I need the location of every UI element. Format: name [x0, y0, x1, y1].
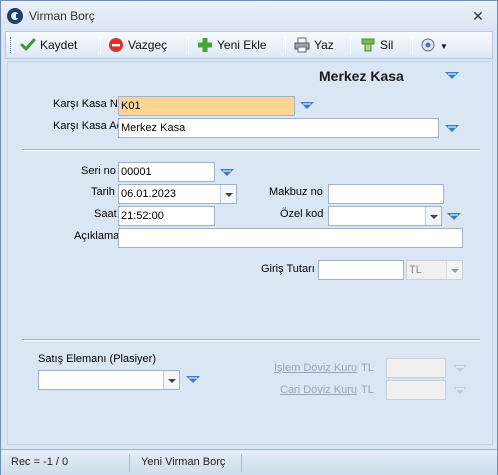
ozel-kod-label: Özel kod: [280, 208, 324, 220]
save-button-label: Kaydet: [40, 38, 78, 52]
seri-no-lookup-icon[interactable]: [220, 168, 234, 178]
cari-doviz-kuru-field: [386, 380, 446, 400]
ozel-kod-field[interactable]: [328, 206, 442, 226]
satis-elemani-label: Satış Elemanı (Plasiyer): [38, 353, 156, 365]
cari-doviz-currency: TL: [361, 384, 374, 396]
currency-select: TL: [406, 260, 463, 280]
karsi-kasa-no-lookup-icon[interactable]: [300, 101, 314, 111]
section-divider: [22, 149, 480, 151]
karsi-kasa-no-field[interactable]: K01: [118, 96, 295, 116]
toolbar-grip[interactable]: [10, 37, 12, 53]
print-button[interactable]: Yaz: [294, 35, 334, 55]
toolbar-divider: [188, 36, 189, 54]
stop-icon: [108, 37, 124, 53]
cari-doviz-kuru-label: Cari Döviz Kuru: [280, 384, 358, 396]
cancel-button[interactable]: Vazgeç: [108, 35, 167, 55]
karsi-kasa-no-label: Karşı Kasa No: [53, 98, 124, 110]
header-menu-arrow-icon[interactable]: [445, 71, 459, 81]
close-button[interactable]: ✕: [467, 6, 489, 26]
delete-button[interactable]: Sil: [360, 35, 393, 55]
new-button-label: Yeni Ekle: [217, 38, 267, 52]
new-button[interactable]: Yeni Ekle: [197, 35, 267, 55]
currency-value: TL: [409, 264, 422, 276]
status-mode-text: Yeni Virman Borç: [141, 456, 226, 468]
seri-no-field[interactable]: 00001: [118, 162, 215, 182]
status-divider: [129, 454, 130, 472]
print-button-label: Yaz: [314, 38, 334, 52]
satis-elemani-field[interactable]: [38, 370, 180, 390]
giris-tutari-label: Giriş Tutarı: [261, 263, 315, 275]
status-bar: Rec = -1 / 0 Yeni Virman Borç: [1, 449, 497, 475]
karsi-kasa-adi-lookup-icon[interactable]: [445, 124, 459, 134]
satis-elemani-dropdown-button[interactable]: [163, 371, 179, 389]
app-logo-icon: [7, 8, 23, 24]
window-title: Virman Borç: [29, 9, 95, 23]
tarih-field[interactable]: 06.01.2023: [118, 184, 237, 204]
options-icon: [420, 37, 436, 53]
karsi-kasa-adi-label: Karşı Kasa Adı: [53, 120, 126, 132]
title-bar: Virman Borç ✕: [1, 1, 497, 31]
ozel-kod-dropdown-button[interactable]: [425, 207, 441, 225]
currency-dropdown-button: [446, 261, 462, 279]
saat-field[interactable]: 21:52:00: [118, 206, 215, 226]
plus-icon: [197, 37, 213, 53]
islem-doviz-currency: TL: [361, 362, 374, 374]
cari-doviz-lookup-icon: [453, 386, 467, 396]
printer-icon: [294, 37, 310, 53]
options-menu-button[interactable]: ▼: [420, 35, 448, 55]
record-counter: Rec = -1 / 0: [11, 456, 69, 468]
delete-button-label: Sil: [380, 38, 394, 52]
aciklama-field[interactable]: [118, 228, 463, 248]
makbuz-no-label: Makbuz no: [269, 186, 323, 198]
saat-label: Saat: [94, 208, 117, 220]
toolbar-divider: [412, 36, 413, 54]
status-divider: [241, 454, 242, 472]
satis-elemani-lookup-icon[interactable]: [186, 375, 200, 385]
toolbar-divider: [100, 36, 101, 54]
toolbar-divider: [350, 36, 351, 54]
islem-doviz-kuru-label: İşlem Döviz Kuru: [274, 362, 358, 374]
islem-doviz-lookup-icon: [453, 364, 467, 374]
giris-tutari-field[interactable]: [318, 260, 404, 280]
page-title: Merkez Kasa: [319, 68, 404, 84]
tarih-label: Tarih: [91, 186, 115, 198]
date-dropdown-button[interactable]: [220, 185, 236, 203]
aciklama-label: Açıklama: [74, 230, 120, 242]
ozel-kod-lookup-icon[interactable]: [447, 212, 461, 222]
karsi-kasa-adi-field[interactable]: Merkez Kasa: [118, 118, 439, 138]
toolbar-divider: [285, 36, 286, 54]
toolbar: Kaydet Vazgeç Yeni Ekle Yaz Sil ▼: [5, 31, 493, 59]
form-panel: Merkez Kasa Karşı Kasa No K01 Karşı Kasa…: [7, 61, 493, 445]
chevron-down-icon: ▼: [440, 42, 448, 51]
cancel-button-label: Vazgeç: [128, 38, 168, 52]
makbuz-no-field[interactable]: [328, 184, 444, 204]
checkmark-icon: [20, 37, 36, 53]
window: Virman Borç ✕ Kaydet Vazgeç Yeni Ekle Ya…: [0, 0, 498, 475]
save-button[interactable]: Kaydet: [20, 35, 77, 55]
seri-no-label: Seri no: [81, 165, 116, 177]
section-divider: [22, 339, 480, 341]
islem-doviz-kuru-field: [386, 358, 446, 378]
tarih-value: 06.01.2023: [121, 188, 177, 200]
eraser-icon: [360, 37, 376, 53]
